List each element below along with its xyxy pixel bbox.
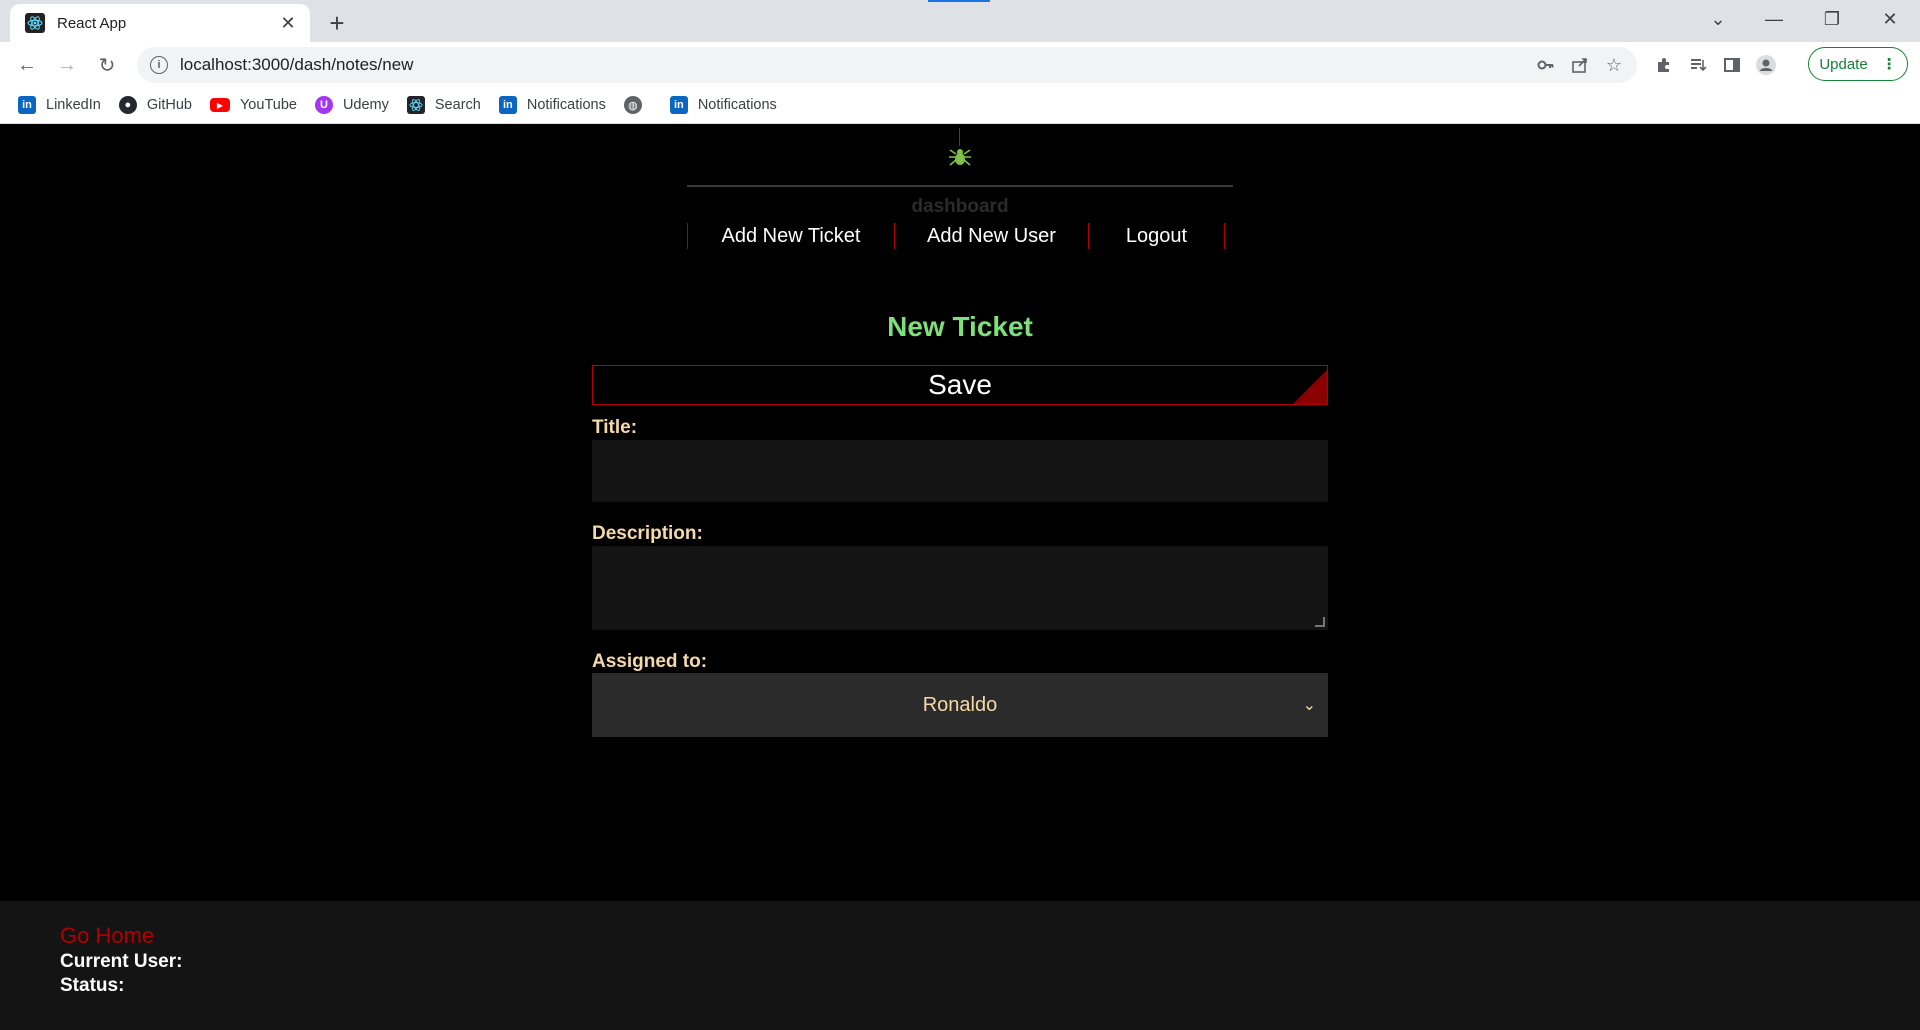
bookmark-label: YouTube [239, 97, 297, 113]
title-input[interactable] [592, 440, 1328, 502]
profile-icon[interactable] [1749, 48, 1783, 82]
tab-search-indicator [928, 0, 990, 2]
nav-logout[interactable]: Logout [1088, 223, 1225, 249]
star-icon[interactable]: ☆ [1597, 48, 1631, 82]
address-bar[interactable]: i localhost:3000/dash/notes/new ☆ [137, 47, 1637, 83]
back-icon[interactable]: ← [11, 49, 43, 81]
assigned-label: Assigned to: [592, 651, 708, 672]
url-text[interactable]: localhost:3000/dash/notes/new [180, 55, 413, 75]
share-icon[interactable] [1563, 48, 1597, 82]
linkedin-icon: in [669, 96, 688, 114]
bookmark-linkedin[interactable]: in LinkedIn [18, 96, 101, 114]
browser-toolbar: ← → ↻ i localhost:3000/dash/notes/new ☆ [0, 42, 1920, 87]
bookmark-udemy[interactable]: U Udemy [314, 96, 389, 114]
reload-icon[interactable]: ↻ [91, 49, 123, 81]
key-icon[interactable] [1529, 48, 1563, 82]
status-text: Status: [60, 975, 125, 996]
save-label: Save [928, 369, 992, 400]
more-menu-icon[interactable]: ⋮ [1882, 55, 1897, 73]
minimize-button[interactable]: — [1746, 0, 1802, 38]
new-tab-button[interactable]: + [322, 8, 352, 38]
forward-icon[interactable]: → [51, 49, 83, 81]
save-corner-accent [1293, 370, 1327, 404]
tab-title: React App [57, 14, 127, 32]
bookmark-label: Udemy [342, 97, 389, 113]
close-window-button[interactable]: ✕ [1862, 0, 1918, 38]
bookmark-notifications-2[interactable]: in Notifications [669, 96, 777, 114]
udemy-icon: U [314, 96, 333, 114]
bookmark-youtube[interactable]: ▶ YouTube [209, 97, 297, 113]
browser-tab-bar: React App ✕ + ⌄ — ❐ ✕ [0, 0, 1920, 42]
bookmarks-bar: in LinkedIn ● GitHub ▶ YouTube U Udemy S… [0, 87, 1920, 124]
linkedin-icon: in [18, 96, 36, 114]
title-label: Title: [592, 417, 638, 438]
react-icon [406, 96, 425, 114]
nav-add-new-ticket[interactable]: Add New Ticket [687, 223, 894, 249]
bookmark-label: GitHub [146, 97, 192, 113]
dash-nav: Add New Ticket Add New User Logout [687, 223, 1225, 249]
tab-search-button[interactable]: ⌄ [1690, 0, 1746, 38]
save-button[interactable]: Save [592, 365, 1328, 405]
side-panel-icon[interactable] [1715, 48, 1749, 82]
bookmark-github[interactable]: ● GitHub [118, 96, 192, 114]
youtube-icon: ▶ [209, 98, 230, 112]
restore-button[interactable]: ❐ [1804, 0, 1860, 38]
app-content: dashboard Add New Ticket Add New User Lo… [0, 128, 1920, 901]
bookmark-label: Search [434, 97, 481, 113]
update-label: Update [1819, 55, 1868, 73]
bookmark-label: Notifications [526, 97, 606, 113]
react-icon [25, 13, 45, 33]
site-info-icon[interactable]: i [150, 56, 168, 74]
globe-icon: ◍ [623, 96, 642, 114]
extensions-icon[interactable] [1647, 48, 1681, 82]
browser-tab[interactable]: React App ✕ [10, 4, 310, 42]
spider-icon [946, 142, 974, 170]
bookmark-label: LinkedIn [46, 97, 101, 113]
bookmark-globe[interactable]: ◍ [623, 96, 652, 114]
linkedin-icon: in [498, 96, 517, 114]
header-divider [687, 185, 1233, 187]
bookmark-notifications[interactable]: in Notifications [498, 96, 606, 114]
github-icon: ● [118, 96, 137, 114]
description-textarea[interactable] [592, 546, 1328, 630]
reading-list-icon[interactable] [1681, 48, 1715, 82]
dash-footer: Go Home Current User: Status: [0, 901, 1920, 1030]
close-icon[interactable]: ✕ [274, 9, 302, 37]
nav-add-new-user[interactable]: Add New User [894, 223, 1088, 249]
bookmark-label: Notifications [697, 97, 777, 113]
description-label: Description: [592, 523, 703, 544]
go-home-button[interactable]: Go Home [60, 923, 154, 949]
assigned-select[interactable]: Ronaldo ⌄ [592, 673, 1328, 737]
bookmark-search[interactable]: Search [406, 96, 481, 114]
current-user-text: Current User: [60, 951, 183, 972]
update-button[interactable]: Update ⋮ [1808, 47, 1908, 81]
chevron-down-icon: ⌄ [1302, 697, 1316, 714]
page-title: New Ticket [887, 311, 1033, 342]
resize-handle-icon[interactable] [1315, 617, 1325, 627]
dashboard-title: dashboard [911, 196, 1009, 217]
assigned-value: Ronaldo [922, 693, 998, 716]
